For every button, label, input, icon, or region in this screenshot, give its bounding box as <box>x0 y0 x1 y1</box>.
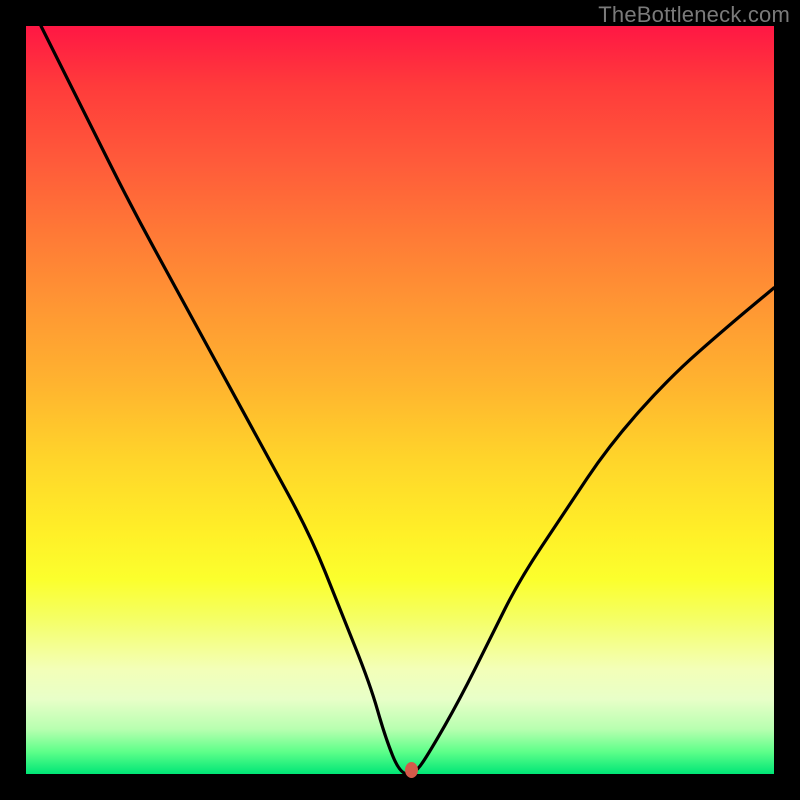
watermark-text: TheBottleneck.com <box>598 2 790 28</box>
chart-frame: TheBottleneck.com <box>0 0 800 800</box>
bottleneck-curve <box>26 26 774 774</box>
optimal-point-marker <box>405 762 418 778</box>
plot-area <box>26 26 774 774</box>
